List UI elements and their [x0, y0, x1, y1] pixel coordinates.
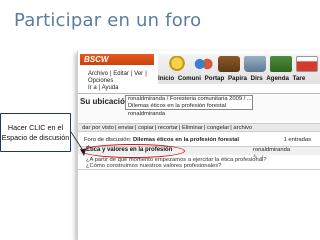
trash-icon[interactable] [244, 56, 266, 72]
toolbar-tare[interactable]: Tare [293, 75, 306, 82]
toolbar-agenda[interactable]: Agenda [266, 75, 289, 82]
toolbar-comuni[interactable]: Comuni [178, 75, 201, 82]
callout-line-1: Hacer CLIC en el [7, 122, 64, 132]
location-bar: Su ubicación: ronaldmiranda / Foresteria… [78, 93, 320, 121]
action-recortar[interactable]: recortar [158, 125, 178, 131]
bscw-logo: BSCW [80, 54, 154, 65]
toolbar-inicio[interactable]: Inicio [158, 75, 174, 82]
briefcase-icon[interactable] [218, 56, 240, 72]
slide-title: Participar en un foro [14, 10, 202, 31]
address-book-icon[interactable] [270, 56, 292, 72]
menu-ver[interactable]: Ver [134, 71, 143, 77]
location-user[interactable]: ronaldmiranda [128, 111, 165, 117]
forum-header-title: Dilemas éticos en la profesión forestal [133, 137, 239, 143]
app-header: BSCW Archivo | Editar | Ver | Opciones Ir a… [78, 51, 320, 93]
action-congelar[interactable]: congelar [207, 125, 229, 131]
main-toolbar: Inicio Comuni Portap Papira Dirs Agenda … [158, 54, 320, 84]
home-icon[interactable] [166, 56, 188, 72]
location-path[interactable]: ronaldmiranda / Foresteria comunitaria 2… [128, 96, 252, 102]
thread-author[interactable]: ronaldmiranda [253, 147, 290, 153]
action-enviar[interactable]: enviar [118, 125, 134, 131]
forum-header-prefix: Foro de discusión: [84, 137, 132, 143]
action-eliminar[interactable]: Eliminar [182, 125, 203, 131]
menu-opciones[interactable]: Opciones [88, 78, 113, 84]
callout-line-2: Espacio de discusión [1, 132, 70, 142]
menu-editar[interactable]: Editar [113, 71, 129, 77]
action-bar: dar por visto| enviar| copiar| recortar|… [78, 123, 320, 132]
entries-count: 1 entradas [283, 137, 311, 143]
community-icon[interactable] [192, 56, 214, 72]
action-copiar[interactable]: copiar [138, 125, 154, 131]
bscw-screenshot: BSCW Archivo | Editar | Ver | Opciones Ir a… [77, 51, 320, 240]
menu-bar: Archivo | Editar | Ver | Opciones Ir a | Ayu… [88, 71, 147, 91]
instruction-callout: Hacer CLIC en el Espacio de discusión [0, 113, 71, 152]
toolbar-portap[interactable]: Portap [205, 75, 225, 82]
location-current[interactable]: Dilemas éticos en la profesión forestal [128, 103, 226, 109]
divider [78, 169, 320, 170]
menu-ayuda[interactable]: Ayuda [102, 85, 119, 91]
toolbar-dirs[interactable]: Dirs [251, 75, 263, 82]
action-dar-por-visto[interactable]: dar por visto [82, 125, 114, 131]
calendar-icon[interactable] [296, 56, 318, 72]
action-archivo[interactable]: archivo [233, 125, 252, 131]
menu-ir-a[interactable]: Ir a [88, 85, 97, 91]
highlight-ellipse [81, 144, 185, 158]
menu-archivo[interactable]: Archivo [88, 71, 108, 77]
toolbar-papira[interactable]: Papira [228, 75, 247, 82]
